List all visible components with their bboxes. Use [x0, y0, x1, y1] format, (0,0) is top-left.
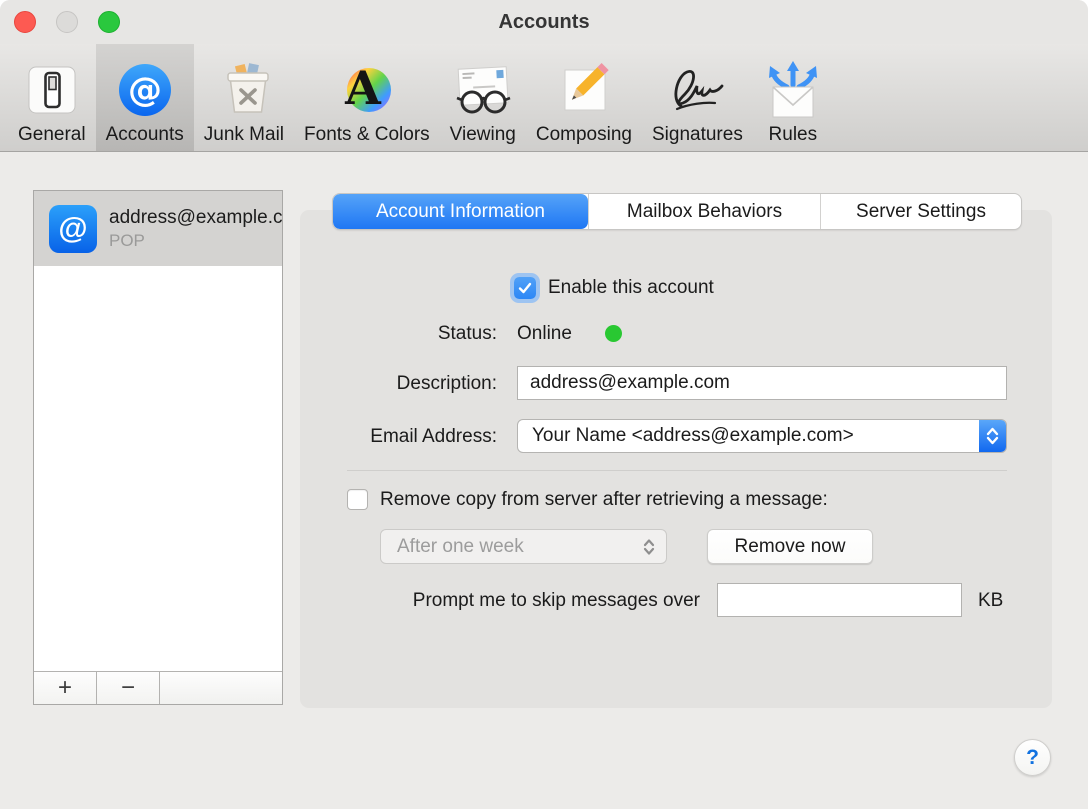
- letter-rainbow-icon: A: [339, 59, 395, 121]
- toolbar-label: Fonts & Colors: [304, 123, 430, 146]
- junk-basket-icon: [216, 59, 272, 121]
- status-value: Online: [517, 323, 572, 345]
- tab-account-information[interactable]: Account Information: [333, 194, 588, 229]
- account-text: address@example.com POP: [109, 207, 282, 251]
- window-title: Accounts: [0, 0, 1088, 44]
- section-divider: [347, 470, 1007, 471]
- email-address-label: Email Address:: [300, 426, 497, 448]
- account-title: address@example.com: [109, 207, 282, 229]
- kb-unit-label: KB: [978, 590, 1003, 612]
- toolbar-label: Junk Mail: [204, 123, 284, 146]
- status-online-dot: [605, 325, 622, 342]
- minimize-button[interactable]: [56, 11, 78, 33]
- at-badge-icon: @: [49, 205, 97, 253]
- title-bar: Accounts: [0, 0, 1088, 44]
- chevron-up-down-icon: [642, 537, 666, 557]
- toolbar-item-general[interactable]: General: [8, 44, 96, 151]
- checkmark-icon: [517, 280, 533, 296]
- at-circle-icon: @: [117, 59, 173, 121]
- toolbar-label: General: [18, 123, 86, 146]
- account-list-controls: + −: [34, 671, 282, 704]
- account-list-item[interactable]: @ address@example.com POP: [34, 191, 282, 266]
- description-label: Description:: [300, 373, 497, 395]
- remove-schedule-value: After one week: [381, 536, 642, 558]
- envelope-arrows-icon: [763, 59, 823, 121]
- tab-server-settings[interactable]: Server Settings: [820, 194, 1021, 229]
- prompt-skip-input[interactable]: [717, 583, 962, 617]
- toolbar-label: Accounts: [106, 123, 184, 146]
- svg-text:@: @: [128, 70, 162, 110]
- help-button[interactable]: ?: [1014, 739, 1051, 776]
- toolbar-item-junk-mail[interactable]: Junk Mail: [194, 44, 294, 151]
- toolbar-item-composing[interactable]: Composing: [526, 44, 642, 151]
- remove-account-button[interactable]: −: [97, 672, 160, 704]
- preferences-window: Accounts General: [0, 0, 1088, 809]
- toolbar-item-viewing[interactable]: Viewing: [440, 44, 526, 151]
- remove-copy-checkbox[interactable]: [347, 489, 368, 510]
- toolbar-label: Signatures: [652, 123, 743, 146]
- zoom-button[interactable]: [98, 11, 120, 33]
- add-account-button[interactable]: +: [34, 672, 97, 704]
- svg-text:A: A: [344, 62, 382, 115]
- toolbar-item-fonts-colors[interactable]: A Fonts & Colors: [294, 44, 440, 151]
- list-controls-filler: [160, 672, 282, 704]
- switch-icon: [26, 59, 78, 121]
- remove-copy-label: Remove copy from server after retrieving…: [380, 489, 828, 510]
- pencil-paper-icon: [556, 59, 612, 121]
- preferences-toolbar: General @ Accounts: [0, 44, 1088, 152]
- account-protocol: POP: [109, 231, 282, 251]
- description-input[interactable]: [517, 366, 1007, 400]
- remove-now-button[interactable]: Remove now: [707, 529, 873, 564]
- signature-icon: [665, 59, 729, 121]
- toolbar-item-accounts[interactable]: @ Accounts: [96, 44, 194, 151]
- tab-mailbox-behaviors[interactable]: Mailbox Behaviors: [588, 194, 820, 229]
- toolbar-label: Rules: [769, 123, 818, 146]
- close-button[interactable]: [14, 11, 36, 33]
- account-tabs: Account Information Mailbox Behaviors Se…: [333, 194, 1021, 229]
- status-label: Status:: [300, 323, 497, 345]
- toolbar-item-rules[interactable]: Rules: [753, 44, 833, 151]
- toolbar-item-signatures[interactable]: Signatures: [642, 44, 753, 151]
- email-address-value: Your Name <address@example.com>: [518, 425, 979, 447]
- prompt-skip-label: Prompt me to skip messages over: [300, 590, 700, 612]
- chevron-up-down-icon: [979, 420, 1006, 452]
- enable-account-checkbox[interactable]: [514, 277, 536, 299]
- email-address-select[interactable]: Your Name <address@example.com>: [517, 419, 1007, 453]
- remove-schedule-popup[interactable]: After one week: [380, 529, 667, 564]
- enable-account-label: Enable this account: [548, 277, 714, 299]
- question-mark-icon: ?: [1026, 746, 1039, 770]
- account-list: @ address@example.com POP + −: [33, 190, 283, 705]
- toolbar-label: Composing: [536, 123, 632, 146]
- traffic-lights: [14, 11, 120, 33]
- toolbar-label: Viewing: [450, 123, 516, 146]
- account-information-panel: Enable this account Status: Online Descr…: [300, 210, 1052, 708]
- glasses-letter-icon: [451, 59, 515, 121]
